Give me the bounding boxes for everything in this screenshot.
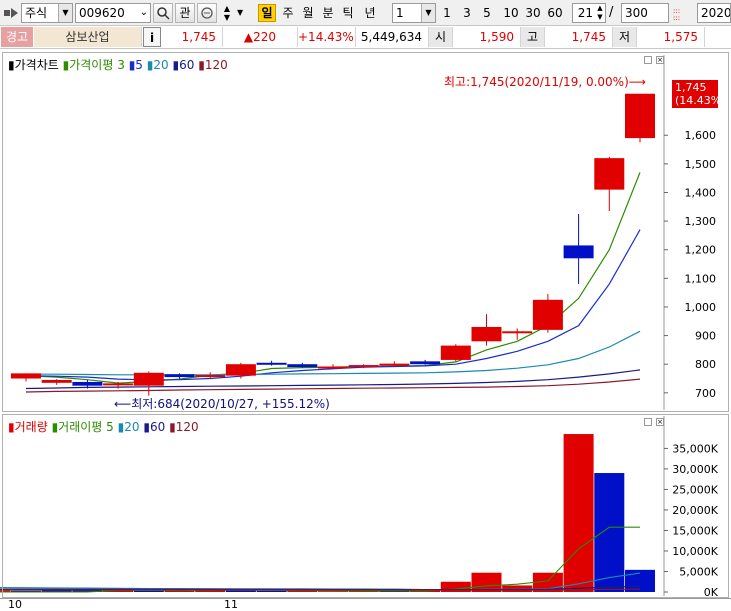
candle-body <box>348 365 379 368</box>
candle-body <box>133 372 164 386</box>
price-candles <box>11 93 655 396</box>
legend-marker-icon: ▮ <box>8 58 15 72</box>
candle-body <box>11 373 41 379</box>
volume-ma-60: 60 <box>149 420 166 434</box>
price-ma-line-3 <box>25 172 641 384</box>
price-moving-averages <box>25 172 641 393</box>
panel-close-icon[interactable]: × <box>656 418 664 426</box>
volume-chart-title[interactable]: 거래량 <box>15 420 48 434</box>
price-ma-3: 3 <box>117 58 125 72</box>
candle-body <box>594 158 625 190</box>
current-price-tag-pct: (14.43%) <box>675 94 726 107</box>
price-grid <box>663 55 668 410</box>
price-chart-title[interactable]: 가격차트 <box>15 58 59 72</box>
panel-minimize-icon[interactable] <box>644 56 652 64</box>
price-legend: ▮가격차트 ▮가격이평 3 ▮5 ▮20 ▮60 ▮120 <box>8 58 228 72</box>
price-tick-label: 1,000 <box>685 301 717 314</box>
price-tick-label: 700 <box>695 387 716 400</box>
price-ma-20: 20 <box>153 58 169 72</box>
price-ma-60: 60 <box>179 58 195 72</box>
price-tick-label: 1,300 <box>685 215 717 228</box>
x-axis-label-oct: 10 <box>8 598 22 611</box>
candle-body <box>410 361 441 365</box>
volume-ma-label[interactable]: 거래이평 <box>58 420 102 434</box>
arrow-right-icon: ⟶ <box>628 75 646 89</box>
volume-legend: ▮거래량 ▮거래이평 5 ▮20 ▮60 ▮120 <box>8 420 199 434</box>
candle-body <box>41 379 72 383</box>
panel-minimize-icon[interactable] <box>644 418 652 426</box>
price-ma-5: 5 <box>135 58 143 72</box>
candle-body <box>318 366 348 369</box>
x-axis-label-nov: 11 <box>224 598 238 611</box>
volume-ma-120: 120 <box>175 420 199 434</box>
arrow-left-icon: ⟵ <box>114 397 132 411</box>
volume-ma-20: 20 <box>124 420 140 434</box>
candle-body <box>532 299 563 330</box>
price-y-axis: 700 800 900 1,000 1,100 1,200 1,300 1,400 1,500 1… <box>685 129 717 400</box>
candle-body <box>625 93 655 139</box>
candle-body <box>164 374 195 378</box>
price-tick-label: 800 <box>695 358 716 371</box>
price-tick-label: 1,100 <box>685 272 717 285</box>
candle-body <box>287 364 318 368</box>
candle-body <box>72 381 103 386</box>
current-price-tag: 1,745 (14.43%) <box>672 80 726 108</box>
price-tick-label: 1,400 <box>685 186 717 199</box>
candle-body <box>440 345 471 360</box>
max-price-text: 최고:1,745(2020/11/19, 0.00%) <box>444 75 629 89</box>
max-price-annotation: 최고:1,745(2020/11/19, 0.00%)⟶ <box>444 73 646 90</box>
volume-chart-panel <box>2 414 729 598</box>
candle-body <box>195 375 226 378</box>
price-tick-label: 900 <box>695 330 716 343</box>
candle-body <box>563 245 594 259</box>
min-price-text: 최저:684(2020/10/27, +155.12%) <box>131 397 330 411</box>
price-tick-label: 1,500 <box>685 158 717 171</box>
price-ma-120: 120 <box>204 58 228 72</box>
min-price-annotation: ⟵최저:684(2020/10/27, +155.12%) <box>114 395 330 412</box>
candle-body <box>502 331 533 334</box>
volume-ma-5: 5 <box>106 420 114 434</box>
price-tick-label: 1,600 <box>685 129 717 142</box>
current-price-tag-value: 1,745 <box>675 81 707 94</box>
candle-body <box>103 383 134 386</box>
candle-body <box>256 362 287 365</box>
candle-body <box>471 327 502 342</box>
x-axis: 10 11 <box>0 598 731 611</box>
candle-body <box>225 364 256 376</box>
price-tick-label: 1,200 <box>685 244 717 257</box>
candle-body <box>379 363 410 366</box>
legend-marker-icon: ▮ <box>8 420 15 434</box>
price-ma-label[interactable]: 가격이평 <box>69 58 113 72</box>
panel-close-icon[interactable]: × <box>656 56 664 64</box>
